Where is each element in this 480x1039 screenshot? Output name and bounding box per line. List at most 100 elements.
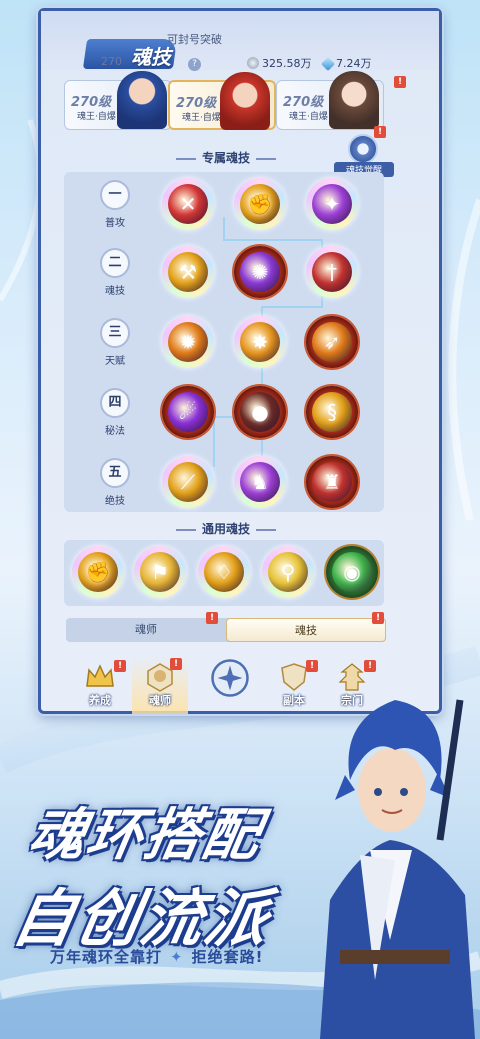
notification-badge: ! (170, 658, 182, 670)
nav-item-cultivate[interactable]: 养成 ! (72, 656, 128, 714)
hero-card-2[interactable]: 270级 魂王·自爆 (168, 72, 276, 130)
tier-name: 普攻 (105, 218, 125, 229)
fire-burst-icon: ✹ (179, 330, 197, 354)
exclusive-skill-4-1[interactable]: ☄ (162, 386, 214, 438)
tier-name: 秘法 (105, 426, 125, 437)
crown-icon (86, 664, 114, 687)
red-hair-hero-portrait (220, 72, 270, 130)
hero-character-art (320, 699, 475, 1039)
exclusive-skill-4-2[interactable]: ● (234, 386, 286, 438)
common-section-title: 通用魂技 (170, 520, 282, 537)
common-skill-2[interactable]: ⚑ (134, 546, 186, 598)
view-toggle: 魂师 魂技 ! ! (66, 612, 386, 642)
tier-name: 魂技 (105, 286, 125, 297)
exclusive-skill-5-2[interactable]: ♞ (234, 456, 286, 508)
page-title: 魂技 (131, 45, 171, 69)
common-skill-5[interactable]: ◉ (326, 546, 378, 598)
toggle-option-soul-master[interactable]: 魂师 (66, 618, 226, 642)
notification-badge: ! (372, 612, 384, 624)
tagline-left: 万年魂环全靠打 (50, 948, 163, 966)
tier-1: 一普攻 (90, 178, 142, 230)
crossed-swords-icon: ✕ (179, 192, 197, 216)
blue-hair-hero-portrait (117, 71, 167, 129)
help-icon[interactable]: ? (188, 58, 201, 71)
golden-fist-icon: ✊ (85, 560, 111, 584)
golden-blade-icon: ⟋ (181, 470, 195, 494)
awaken-emblem-icon (348, 134, 378, 164)
hero-level: 270级 (176, 96, 217, 111)
tagline-right: 拒绝套路! (191, 948, 264, 966)
tier-2: 二魂技 (90, 246, 142, 298)
exclusive-skill-1-1[interactable]: ✕ (162, 178, 214, 230)
exclusive-skill-3-3[interactable]: ➶ (306, 316, 358, 368)
exclusive-skill-2-1[interactable]: ⚒ (162, 246, 214, 298)
tier-number: 一 (100, 180, 130, 210)
tier-3: 三天赋 (90, 316, 142, 368)
blood-sword-icon: † (327, 260, 337, 284)
common-skill-1[interactable]: ✊ (72, 546, 124, 598)
common-skill-4[interactable]: ⚲ (262, 546, 314, 598)
crimson-warrior-icon: ♜ (323, 470, 341, 494)
diamond-amount: 7.24万 (336, 57, 372, 70)
fist-icon: ✊ (247, 192, 273, 216)
center-emblem-icon (211, 659, 249, 697)
notification-badge: ! (364, 660, 376, 672)
hero-role: 魂王·自爆 (77, 112, 116, 122)
nav-label: 魂师 (149, 694, 171, 707)
dark-orb-icon: ● (251, 400, 269, 424)
golden-wing-icon: ⚑ (151, 560, 169, 584)
divider (256, 157, 277, 160)
golden-bell-icon: ♢ (215, 560, 233, 584)
star-icon: ✦ (170, 948, 184, 966)
nav-item-soul-master[interactable]: 魂师 ! (132, 656, 188, 714)
arrow-burst-icon: ➶ (323, 330, 341, 354)
brown-hair-heroine-portrait (329, 71, 379, 129)
hero-role: 魂王·自爆 (289, 112, 328, 122)
silver-coin-icon (247, 57, 259, 69)
tier-name: 绝技 (105, 496, 125, 507)
exclusive-skill-3-2[interactable]: ✸ (234, 316, 286, 368)
divider (176, 157, 196, 160)
golden-dragon-icon: § (327, 400, 337, 424)
exclusive-skill-2-2[interactable]: ✺ (234, 246, 286, 298)
silver-amount: 325.58万 (262, 57, 312, 70)
diamond-resource: 7.24万 (320, 55, 372, 72)
notification-badge: ! (114, 660, 126, 672)
notification-badge: ! (394, 76, 406, 88)
diamond-icon (320, 56, 336, 72)
exclusive-section-title: 专属魂技 (170, 149, 282, 166)
hero-level: 270级 (283, 95, 324, 110)
nav-item-center[interactable] (202, 656, 258, 714)
common-skill-3[interactable]: ♢ (198, 546, 250, 598)
promo-slogan-line1: 魂环搭配 (23, 803, 267, 868)
sub-caption: 可封号突破 (167, 33, 222, 46)
toggle-option-soul-skill[interactable]: 魂技 (226, 618, 386, 642)
exclusive-skill-5-3[interactable]: ♜ (306, 456, 358, 508)
hero-level: 270级 (71, 95, 112, 110)
hero-role: 魂王·自爆 (182, 113, 221, 123)
exclusive-skill-5-1[interactable]: ⟋ (162, 456, 214, 508)
exclusive-skill-1-2[interactable]: ✊ (234, 178, 286, 230)
exclusive-skill-4-3[interactable]: § (306, 386, 358, 438)
shadow-figure-icon: ♞ (251, 470, 269, 494)
tier-number: 五 (100, 458, 130, 488)
exclusive-title-text: 专属魂技 (202, 151, 251, 165)
nav-label: 养成 (89, 694, 111, 707)
tier-5: 五绝技 (90, 456, 142, 508)
silver-resource: 325.58万 (247, 55, 312, 71)
exclusive-skill-3-1[interactable]: ✹ (162, 316, 214, 368)
notification-badge: ! (306, 660, 318, 672)
exclusive-skill-2-3[interactable]: † (306, 246, 358, 298)
promo-tagline: 万年魂环全靠打 ✦ 拒绝套路! (50, 946, 263, 967)
hero-card-3[interactable]: 270级 魂王·自爆 (276, 71, 384, 130)
notification-badge: ! (206, 612, 218, 624)
common-title-text: 通用魂技 (202, 522, 251, 536)
golden-mace-icon: ⚲ (280, 560, 296, 584)
tier-number: 三 (100, 318, 130, 348)
exclusive-skill-1-3[interactable]: ✦ (306, 178, 358, 230)
level-prefix: 270 (101, 55, 122, 68)
hero-card-1[interactable]: 270级 魂王·自爆 (64, 71, 172, 130)
tier-4: 四秘法 (90, 386, 142, 438)
hero-selector: 270级 魂王·自爆 270级 魂王·自爆 270级 魂王·自爆 ! (28, 71, 408, 132)
tier-number: 二 (100, 248, 130, 278)
